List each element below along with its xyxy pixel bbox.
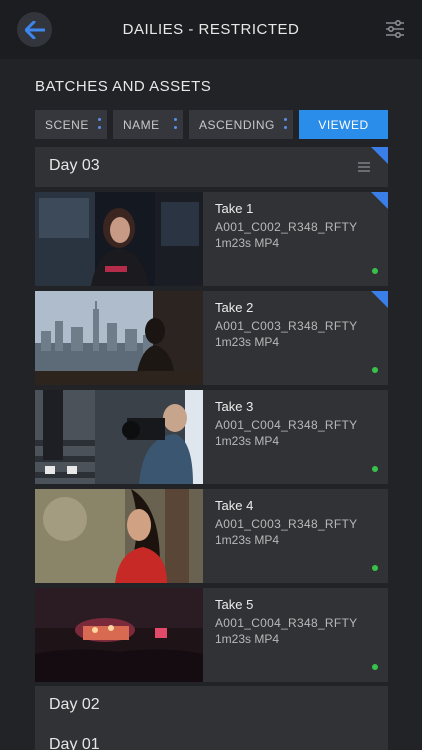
take-thumbnail xyxy=(35,192,203,286)
take-code: A001_C004_R348_RFTY xyxy=(215,616,358,630)
take-meta: 1m23s MP4 xyxy=(215,434,280,448)
status-dot xyxy=(372,367,378,373)
name-filter[interactable]: NAME xyxy=(113,110,183,139)
new-badge-corner xyxy=(371,291,388,308)
menu-icon[interactable] xyxy=(358,162,370,172)
order-filter[interactable]: ASCENDING xyxy=(189,110,293,139)
section-title: BATCHES AND ASSETS xyxy=(35,78,212,95)
viewed-toggle[interactable]: VIEWED xyxy=(299,110,388,139)
take-thumbnail xyxy=(35,390,203,484)
status-dot xyxy=(372,565,378,571)
day-label: Day 03 xyxy=(49,157,100,174)
take-title: Take 3 xyxy=(215,399,254,414)
take-card-4[interactable]: Take 4 A001_C003_R348_RFTY 1m23s MP4 xyxy=(35,489,388,583)
scene-filter[interactable]: SCENE xyxy=(35,110,107,139)
stepper-dots-icon xyxy=(174,118,177,129)
take-code: A001_C004_R348_RFTY xyxy=(215,418,358,432)
settings-button[interactable] xyxy=(384,18,406,40)
day-header-03[interactable]: Day 03 xyxy=(35,147,388,187)
take-card-3[interactable]: Take 3 A001_C004_R348_RFTY 1m23s MP4 xyxy=(35,390,388,484)
take-thumbnail xyxy=(35,588,203,682)
day-header-02[interactable]: Day 02 Day 01 xyxy=(35,686,388,750)
status-dot xyxy=(372,466,378,472)
take-code: A001_C003_R348_RFTY xyxy=(215,319,358,333)
take-meta: 1m23s MP4 xyxy=(215,335,280,349)
take-card-2[interactable]: Take 2 A001_C003_R348_RFTY 1m23s MP4 xyxy=(35,291,388,385)
take-title: Take 2 xyxy=(215,300,254,315)
take-meta: 1m23s MP4 xyxy=(215,533,280,547)
take-thumbnail xyxy=(35,489,203,583)
sliders-icon xyxy=(386,19,404,39)
status-dot xyxy=(372,268,378,274)
stepper-dots-icon xyxy=(98,118,101,129)
arrow-left-icon xyxy=(24,20,45,39)
take-thumbnail xyxy=(35,291,203,385)
top-bar: DAILIES - RESTRICTED xyxy=(0,0,422,59)
day-label: Day 02 xyxy=(49,696,100,713)
back-button[interactable] xyxy=(17,12,52,47)
page-title: DAILIES - RESTRICTED xyxy=(122,21,300,38)
new-badge-corner xyxy=(371,192,388,209)
stepper-dots-icon xyxy=(284,118,287,129)
take-meta: 1m23s MP4 xyxy=(215,632,280,646)
take-title: Take 4 xyxy=(215,498,254,513)
take-code: A001_C003_R348_RFTY xyxy=(215,517,358,531)
status-dot xyxy=(372,664,378,670)
take-card-5[interactable]: Take 5 A001_C004_R348_RFTY 1m23s MP4 xyxy=(35,588,388,682)
day-label: Day 01 xyxy=(49,736,100,750)
take-title: Take 1 xyxy=(215,201,254,216)
take-meta: 1m23s MP4 xyxy=(215,236,280,250)
scene-filter-label: SCENE xyxy=(45,117,89,132)
take-card-1[interactable]: Take 1 A001_C002_R348_RFTY 1m23s MP4 xyxy=(35,192,388,286)
take-code: A001_C002_R348_RFTY xyxy=(215,220,358,234)
name-filter-label: NAME xyxy=(123,117,160,132)
new-badge-corner xyxy=(371,147,388,164)
filter-bar: SCENE NAME ASCENDING VIEWED xyxy=(35,110,388,139)
take-title: Take 5 xyxy=(215,597,254,612)
order-filter-label: ASCENDING xyxy=(199,117,275,132)
